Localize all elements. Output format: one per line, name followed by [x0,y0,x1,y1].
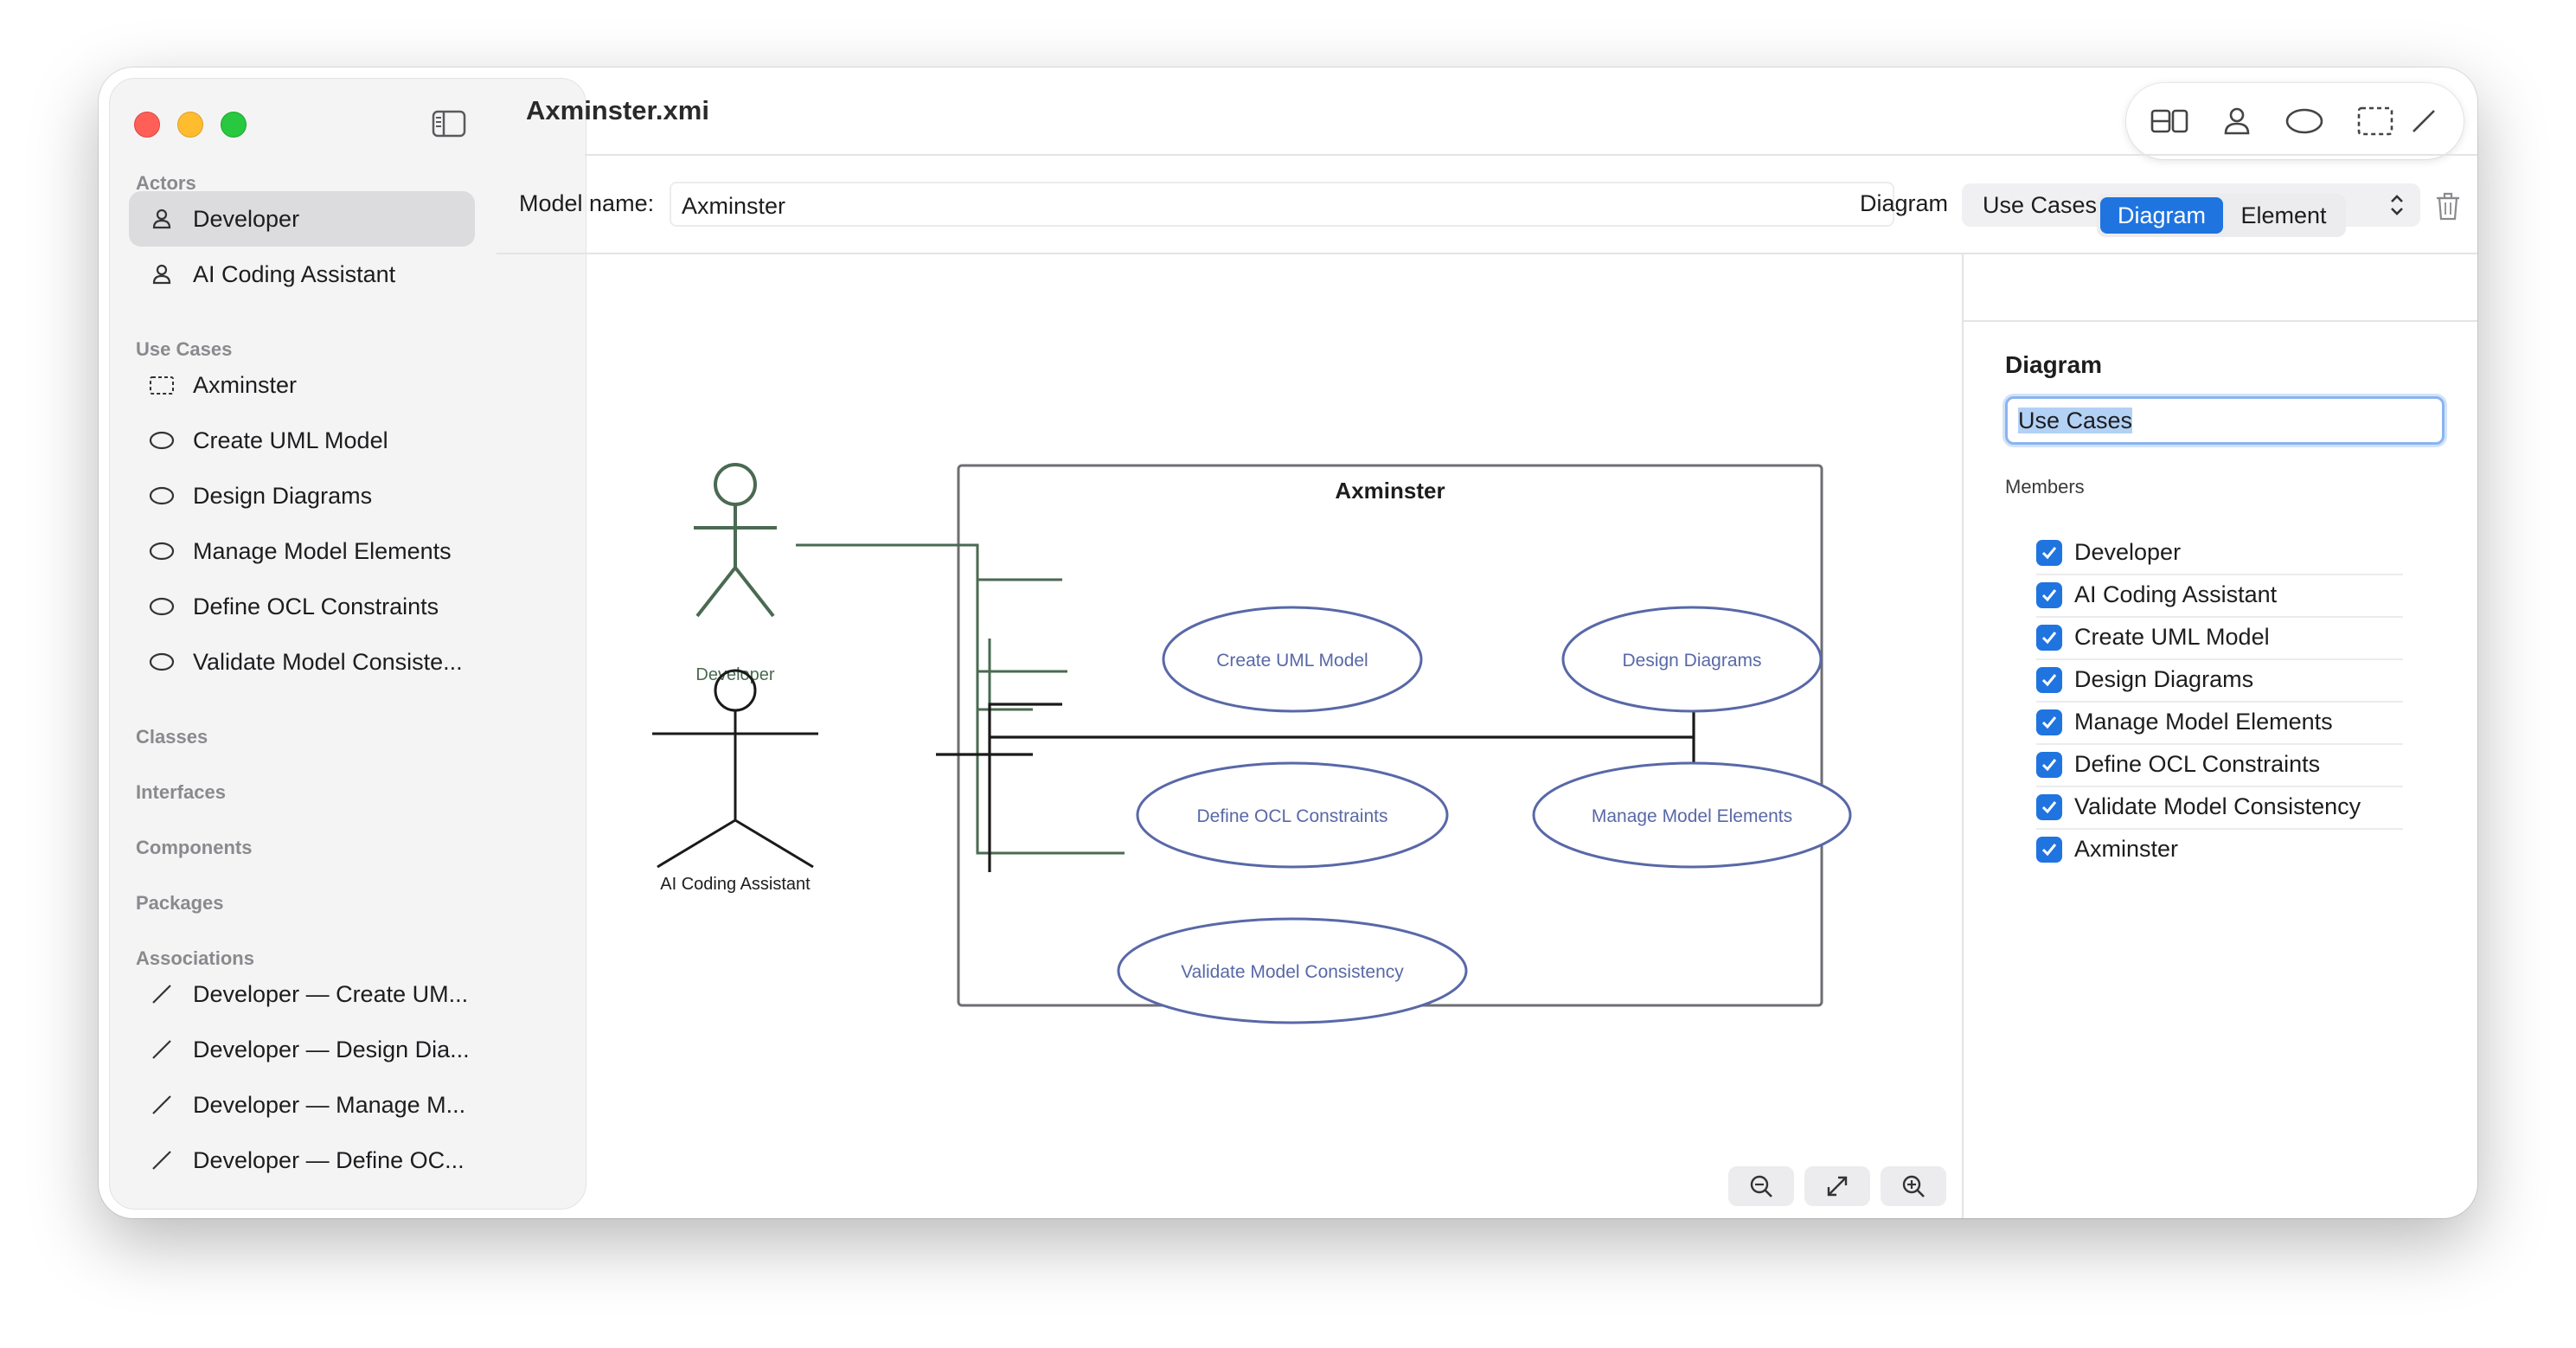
layout-icon[interactable] [2149,100,2190,142]
svg-text:Manage Model Elements: Manage Model Elements [1592,806,1792,826]
member-checkbox-row[interactable]: Developer [2036,531,2403,575]
boundary-tool-icon[interactable] [2355,100,2396,142]
use-case-tool-icon[interactable] [2284,100,2325,142]
system-boundary[interactable] [957,464,1823,1007]
inspector-heading: Diagram [2005,351,2103,378]
sidebar-item-axminster[interactable]: Axminster [129,357,475,413]
diagram-name-value: Use Cases [2018,408,2133,433]
checkbox-checked-icon[interactable] [2036,624,2062,651]
actor-ai-coding-assistant-label: AI Coding Assistant [660,875,811,894]
sidebar-item-design-diagrams[interactable]: Design Diagrams [129,468,475,523]
person-icon [152,209,171,229]
titlebar-divider [585,154,2477,156]
tab-element[interactable]: Element [2225,197,2342,234]
line-icon [152,1040,171,1059]
checkbox-checked-icon[interactable] [2036,836,2062,863]
model-name-field[interactable]: Axminster [670,182,1894,227]
sidebar-item-create-uml-model[interactable]: Create UML Model [129,413,475,468]
member-checkbox-row[interactable]: Design Diagrams [2036,658,2403,703]
svg-text:Define OCL Constraints: Define OCL Constraints [1197,806,1388,826]
close-window-button[interactable] [134,112,160,138]
section-components[interactable]: Components [136,837,252,859]
sidebar-item-association[interactable]: Developer — Define OC... [129,1133,475,1188]
ellipse-icon [149,652,175,671]
sidebar-item-define-ocl-constraints[interactable]: Define OCL Constraints [129,579,475,634]
actor-developer-label: Developer [695,665,775,684]
sidebar-item-ai-coding-assistant[interactable]: AI Coding Assistant [129,247,475,302]
sidebar-item-association[interactable]: Developer — Design Dia... [129,1022,475,1077]
fit-icon [1827,1176,1848,1197]
svg-text:Design Diagrams: Design Diagrams [1622,651,1761,671]
zoom-out-button[interactable] [1728,1166,1794,1206]
element-toolbar [2126,83,2464,159]
line-icon [152,1095,171,1114]
tab-diagram[interactable]: Diagram [2100,197,2223,234]
system-boundary-title: Axminster [1335,478,1445,504]
checkbox-checked-icon[interactable] [2036,666,2062,693]
chevron-up-down-icon [2391,195,2403,215]
use-case-create-uml-model[interactable]: Create UML Model [1162,606,1423,713]
member-checkbox-row[interactable]: AI Coding Assistant [2036,574,2403,618]
actor-developer[interactable] [694,463,777,618]
member-checkbox-row[interactable]: Validate Model Consistency [2036,786,2403,830]
app-window: Actors Developer AI Coding Assistant Use… [99,67,2477,1218]
zoom-window-button[interactable] [221,112,247,138]
use-case-validate-model-consistency[interactable]: Validate Model Consistency [1117,917,1468,1024]
diagram-label: Diagram [1860,190,1949,216]
member-checkbox-row[interactable]: Manage Model Elements [2036,701,2403,745]
use-case-design-diagrams[interactable]: Design Diagrams [1561,606,1823,713]
member-checkbox-row[interactable]: Create UML Model [2036,616,2403,660]
person-icon [152,264,171,285]
window-title: Axminster.xmi [526,95,709,125]
sidebar-item-association[interactable]: Developer — Manage M... [129,1077,475,1133]
ellipse-icon [149,542,175,561]
fit-to-window-button[interactable] [1804,1166,1870,1206]
diagram-canvas[interactable]: Axminster Create UML Model Design Diagra… [497,256,1967,1218]
inspector-tabs-divider [1964,320,2477,322]
sidebar-item-developer[interactable]: Developer [129,191,475,247]
diagram-select-value: Use Cases [1983,192,2098,218]
model-name-label: Model name: [519,190,655,216]
sidebar-toggle-icon[interactable] [432,110,466,138]
members-label: Members [2005,476,2085,497]
sidebar-item-validate-model-consistency[interactable]: Validate Model Consiste... [129,634,475,690]
diagram-name-field[interactable]: Use Cases [2005,396,2445,445]
checkbox-checked-icon[interactable] [2036,709,2062,735]
inspector-tabs: Diagram Element [2097,194,2346,237]
zoom-in-icon [1902,1175,1925,1197]
sidebar-item-manage-model-elements[interactable]: Manage Model Elements [129,523,475,579]
section-interfaces[interactable]: Interfaces [136,781,226,804]
use-case-manage-model-elements[interactable]: Manage Model Elements [1532,761,1852,869]
association-tool-icon[interactable] [2403,100,2445,142]
checkbox-checked-icon[interactable] [2036,581,2062,608]
checkbox-checked-icon[interactable] [2036,539,2062,566]
checkbox-checked-icon[interactable] [2036,751,2062,778]
member-checkbox-row[interactable]: Axminster [2036,828,2403,870]
ellipse-icon [149,597,175,616]
line-icon [152,1151,171,1170]
actor-ai-coding-assistant[interactable] [652,669,818,869]
minimize-window-button[interactable] [177,112,203,138]
header-divider [497,253,2477,254]
section-classes[interactable]: Classes [136,726,208,748]
member-checkbox-row[interactable]: Define OCL Constraints [2036,743,2403,787]
checkbox-checked-icon[interactable] [2036,793,2062,820]
actor-tool-icon[interactable] [2216,100,2258,142]
use-case-diagram: Axminster Create UML Model Design Diagra… [652,463,1852,1024]
trash-icon[interactable] [2434,190,2462,221]
sidebar-item-association[interactable]: Developer — Create UM... [129,966,475,1022]
ellipse-icon [149,486,175,505]
svg-text:Create UML Model: Create UML Model [1216,651,1368,671]
zoom-out-icon [1750,1175,1772,1197]
section-packages[interactable]: Packages [136,892,224,915]
use-case-define-ocl-constraints[interactable]: Define OCL Constraints [1136,761,1449,869]
traffic-lights [134,112,247,138]
boundary-icon [150,376,174,395]
ellipse-icon [149,431,175,450]
line-icon [152,985,171,1004]
zoom-in-button[interactable] [1881,1166,1946,1206]
svg-text:Validate Model Consistency: Validate Model Consistency [1181,962,1404,982]
